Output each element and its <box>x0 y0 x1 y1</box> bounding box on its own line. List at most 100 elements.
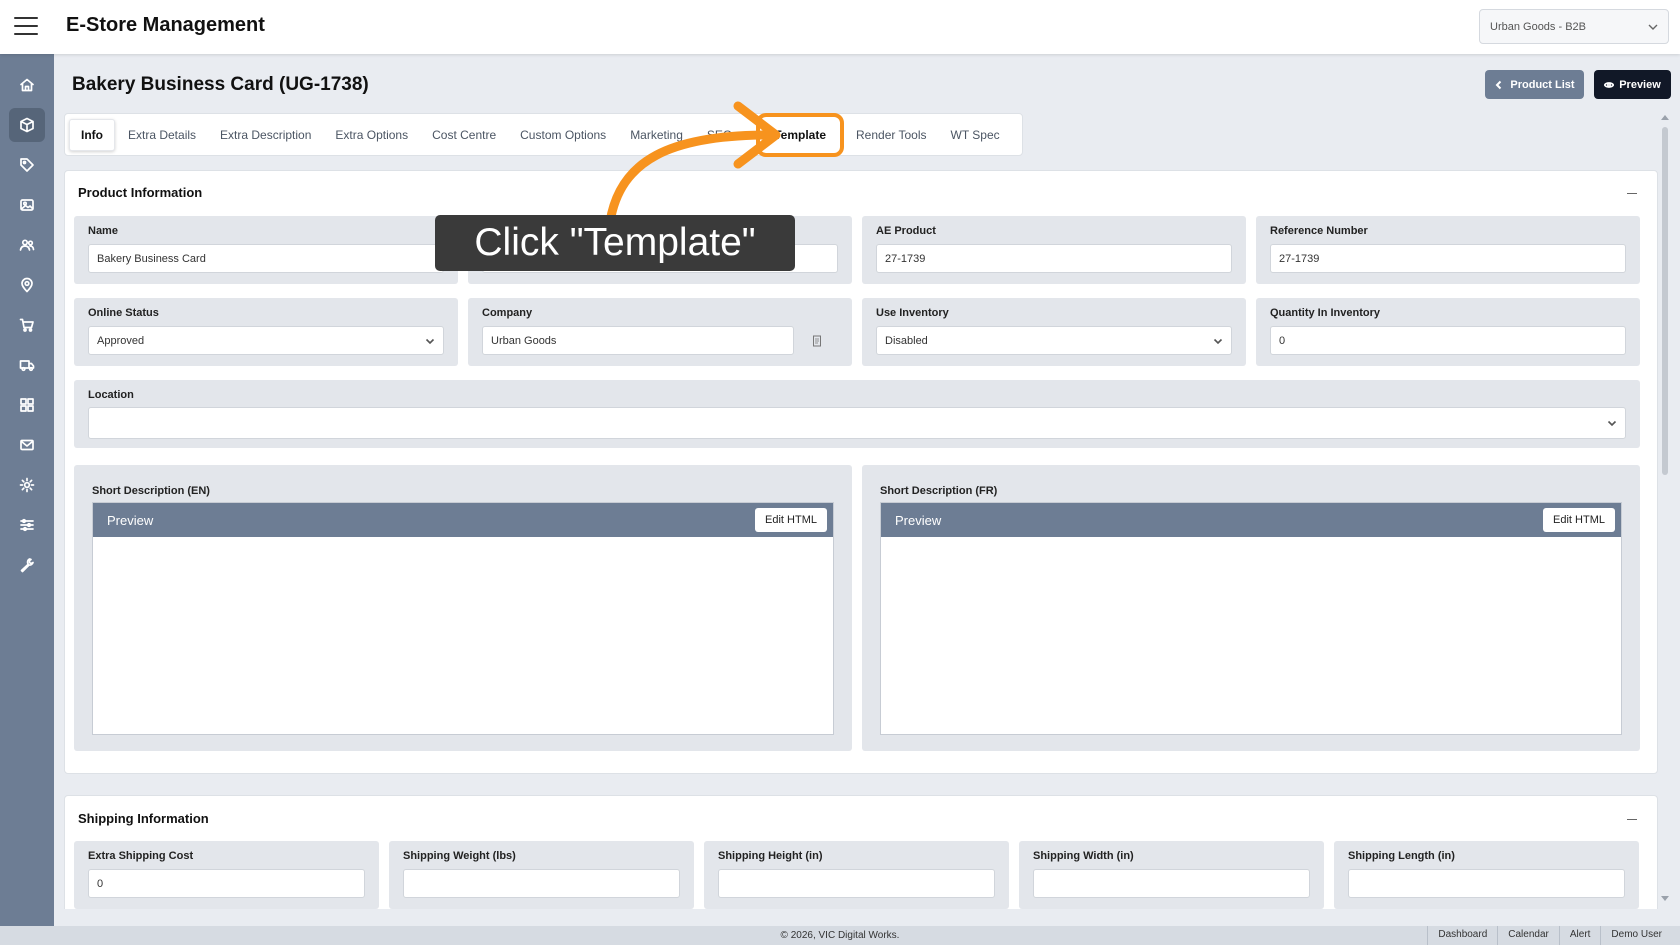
location-pin-icon <box>21 277 33 293</box>
online-status-select[interactable]: Approved <box>88 326 444 355</box>
field-label: Location <box>88 389 134 401</box>
users-icon <box>19 239 35 251</box>
sidebar-item-locations[interactable] <box>9 268 45 302</box>
preview-label: Preview <box>1619 78 1661 91</box>
use-inventory-select[interactable]: Disabled <box>876 326 1232 355</box>
field-label: Short Description (EN) <box>92 485 210 497</box>
short-description-fr-group: Short Description (FR) Preview Edit HTML <box>862 465 1640 751</box>
preview-button[interactable]: Preview <box>1594 70 1671 99</box>
location-field-group: Location <box>74 380 1640 448</box>
store-selector[interactable]: Urban Goods - B2B <box>1479 9 1669 44</box>
tab-cost-centre[interactable]: Cost Centre <box>421 120 507 150</box>
field-label: Online Status <box>88 307 159 319</box>
card-title: Product Information <box>78 185 203 200</box>
image-icon <box>20 199 34 211</box>
card-title: Shipping Information <box>78 811 209 826</box>
html-editor-fr[interactable]: Preview Edit HTML <box>880 502 1622 735</box>
shipping-length-group: Shipping Length (in) <box>1334 841 1639 909</box>
chevron-down-icon <box>1607 420 1617 427</box>
shipping-length-input[interactable] <box>1348 869 1625 898</box>
html-editor-en[interactable]: Preview Edit HTML <box>92 502 834 735</box>
online-status-value: Approved <box>97 334 145 347</box>
product-tabs: Info Extra Details Extra Description Ext… <box>64 112 1023 157</box>
sidebar-item-settings[interactable] <box>9 468 45 502</box>
footer-link-user[interactable]: Demo User <box>1600 926 1672 945</box>
sidebar-item-filters[interactable] <box>9 508 45 542</box>
extra-shipping-cost-value: 0 <box>97 877 104 890</box>
sidebar-item-messages[interactable] <box>9 428 45 462</box>
shipping-width-group: Shipping Width (in) <box>1019 841 1324 909</box>
field-label: Shipping Weight (lbs) <box>403 850 516 862</box>
scroll-thumb[interactable] <box>1662 127 1668 475</box>
use-inventory-value: Disabled <box>885 334 928 347</box>
product-list-button[interactable]: Product List <box>1485 70 1584 99</box>
wrench-icon <box>20 558 34 573</box>
tab-extra-details[interactable]: Extra Details <box>117 120 207 150</box>
sidebar-item-orders[interactable] <box>9 308 45 342</box>
company-input[interactable]: Urban Goods <box>482 326 794 355</box>
page-scrollbar[interactable] <box>1659 113 1671 903</box>
sidebar-item-dashboard[interactable] <box>9 388 45 422</box>
sidebar-item-users[interactable] <box>9 228 45 262</box>
sidebar-item-shipping[interactable] <box>9 348 45 382</box>
shipping-width-input[interactable] <box>1033 869 1310 898</box>
ae-product-field-group: AE Product 27-1739 <box>862 216 1246 284</box>
tab-wt-spec[interactable]: WT Spec <box>940 120 1011 150</box>
chevron-down-icon <box>425 338 435 344</box>
sliders-icon <box>20 518 34 532</box>
field-label: Name <box>88 225 118 237</box>
app-title: E-Store Management <box>66 14 265 36</box>
extra-shipping-cost-group: Extra Shipping Cost 0 <box>74 841 379 909</box>
footer-link-alert[interactable]: Alert <box>1558 926 1601 945</box>
footer-link-calendar[interactable]: Calendar <box>1497 926 1559 945</box>
collapse-icon[interactable] <box>1627 819 1637 820</box>
page-title: Bakery Business Card (UG-1738) <box>72 74 369 95</box>
menu-icon[interactable] <box>14 17 38 35</box>
tab-extra-description[interactable]: Extra Description <box>209 120 322 150</box>
truck-icon <box>19 360 35 372</box>
collapse-icon[interactable] <box>1627 193 1637 194</box>
tab-extra-options[interactable]: Extra Options <box>324 120 419 150</box>
edit-html-button[interactable]: Edit HTML <box>1543 508 1615 532</box>
editor-header: Preview Edit HTML <box>93 503 833 537</box>
shipping-weight-input[interactable] <box>403 869 680 898</box>
sidebar-item-home[interactable] <box>9 68 45 102</box>
ae-product-input[interactable]: 27-1739 <box>876 244 1232 273</box>
document-icon[interactable] <box>812 335 822 347</box>
edit-html-button[interactable]: Edit HTML <box>755 508 827 532</box>
tab-info[interactable]: Info <box>69 118 115 151</box>
shipping-height-input[interactable] <box>718 869 995 898</box>
field-label: Shipping Height (in) <box>718 850 823 862</box>
top-bar: E-Store Management Urban Goods - B2B <box>0 0 1680 54</box>
tag-icon <box>20 158 34 172</box>
mail-icon <box>20 439 34 451</box>
sidebar-item-tags[interactable] <box>9 148 45 182</box>
sidebar-item-tools[interactable] <box>9 548 45 582</box>
sidebar-item-images[interactable] <box>9 188 45 222</box>
chevron-down-icon <box>1648 24 1658 30</box>
reference-number-field-group: Reference Number 27-1739 <box>1256 216 1640 284</box>
sidebar-item-products[interactable] <box>9 108 45 142</box>
scroll-down-icon[interactable] <box>1661 896 1669 901</box>
reference-number-value: 27-1739 <box>1279 252 1320 265</box>
quantity-input[interactable]: 0 <box>1270 326 1626 355</box>
field-label: Company <box>482 307 533 319</box>
company-value: Urban Goods <box>491 334 557 347</box>
field-label: Extra Shipping Cost <box>88 850 194 862</box>
store-selector-value: Urban Goods - B2B <box>1490 20 1586 33</box>
footer-link-dashboard[interactable]: Dashboard <box>1427 926 1497 945</box>
grid-icon <box>20 398 34 412</box>
location-select[interactable] <box>88 407 1626 439</box>
editor-preview-label: Preview <box>107 513 154 528</box>
sidebar <box>0 54 54 926</box>
name-input[interactable]: Bakery Business Card <box>88 244 444 273</box>
home-icon <box>20 78 34 92</box>
eye-icon <box>1604 81 1615 88</box>
field-label: Short Description (FR) <box>880 485 998 497</box>
tab-render-tools[interactable]: Render Tools <box>845 120 938 150</box>
reference-number-input[interactable]: 27-1739 <box>1270 244 1626 273</box>
shipping-height-group: Shipping Height (in) <box>704 841 1009 909</box>
scroll-up-icon[interactable] <box>1661 115 1669 120</box>
pointer-arrow-icon <box>605 101 781 225</box>
extra-shipping-cost-input[interactable]: 0 <box>88 869 365 898</box>
